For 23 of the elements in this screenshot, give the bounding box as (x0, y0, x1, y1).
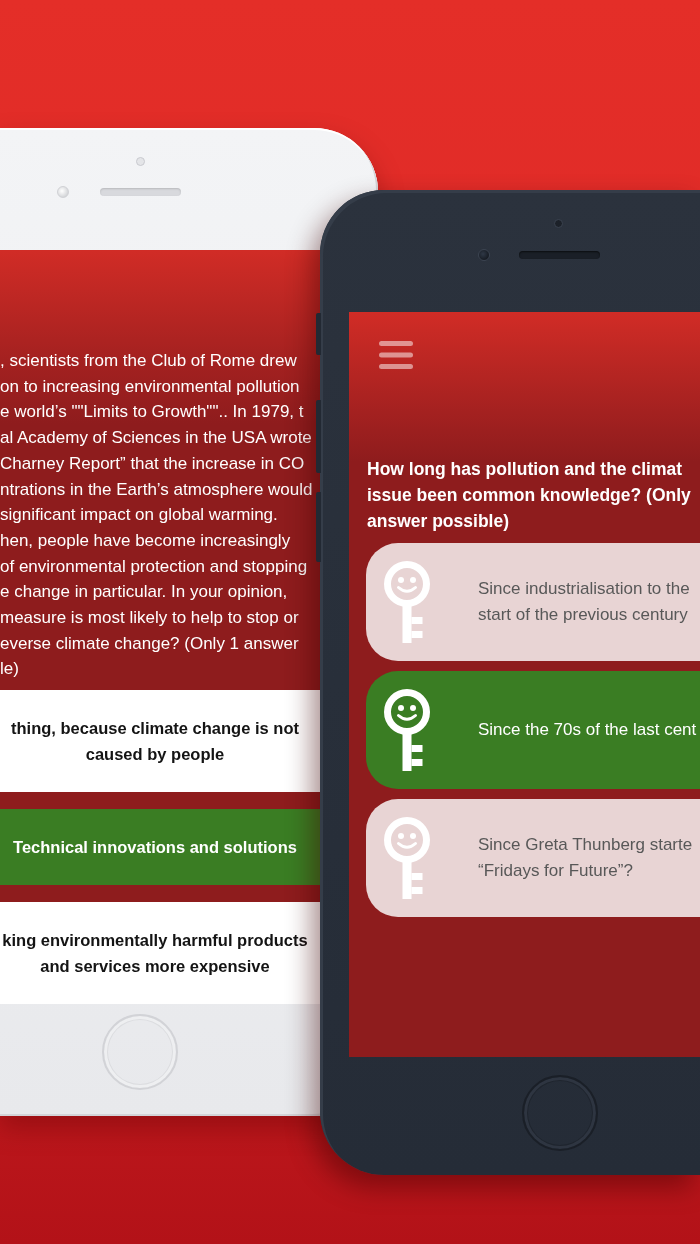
smiley-key-icon (384, 561, 430, 643)
answer-button[interactable]: Since industrialisation to the start of the previous century (366, 543, 700, 661)
answer-button[interactable]: thing, because climate change is not caused by people (0, 690, 320, 793)
side-ridge-icon (316, 313, 321, 355)
home-ring-icon (102, 1014, 178, 1090)
smiley-key-icon (384, 689, 430, 771)
menu-icon[interactable] (379, 341, 413, 369)
sensor-icon (136, 157, 145, 166)
answer-button[interactable]: Technical innovations and solutions (0, 809, 320, 886)
answer-button[interactable]: king environmentally harmful products and services more expensive (0, 902, 320, 1005)
side-ridge-icon (316, 400, 321, 473)
speaker-grille-icon (100, 188, 181, 196)
front-camera-icon (478, 249, 490, 261)
smiley-key-icon (384, 817, 430, 899)
intro-text: , scientists from the Club of Rome drew on to increasing environmental pollution e world’s ""Limits to Growth"".. In 1979, t al Academy of Sciences in the USA wrote Charney Report” that the increase in CO ntrations in the Earth’s atmosphere would significant impact on global warming. hen, people have become increasingly of environmental protection and stopping e change in particular. In your opinion, measure is most likely to help to stop or everse climate change? (Only 1 answer le) (0, 350, 313, 681)
speaker-grille-icon (519, 251, 600, 259)
front-camera-icon (57, 186, 69, 198)
question-text: How long has pollution and the climat issue been common knowledge? (Only answer possible) (367, 458, 691, 533)
answer-button[interactable]: Since the 70s of the last cent (366, 671, 700, 789)
sensor-icon (554, 219, 563, 228)
side-ridge-icon (316, 492, 321, 562)
answer-button[interactable]: Since Greta Thunberg starte “Fridays for Future”? (366, 799, 700, 917)
home-ring-icon (522, 1075, 598, 1151)
